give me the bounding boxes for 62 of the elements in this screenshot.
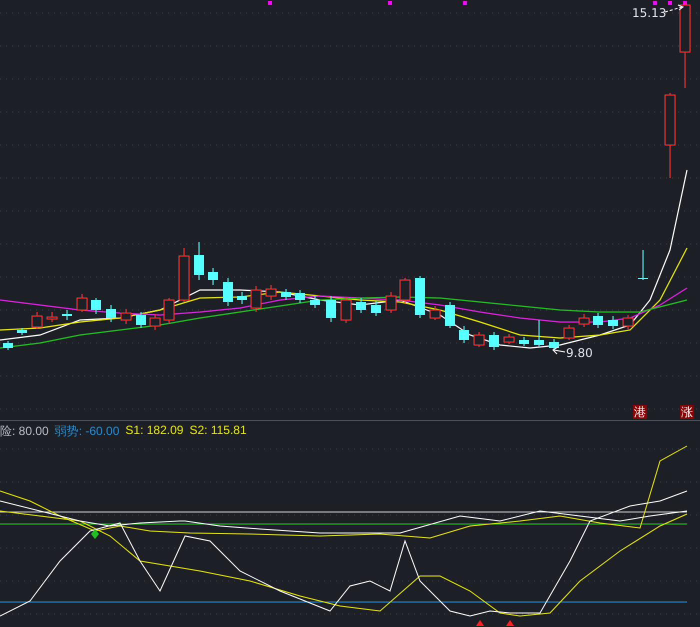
candlestick [386,292,396,314]
candlestick [106,304,116,322]
candlestick [136,312,146,328]
signal-marker [388,1,392,5]
triangle-marker [476,620,484,626]
candlestick [549,338,559,350]
candlestick [340,296,352,324]
candlestick [622,314,634,330]
candlestick [578,314,590,328]
candlestick [223,278,233,306]
low-price-label: 9.80 [566,346,593,360]
candlestick [519,336,529,346]
candlestick [295,290,305,304]
candlestick [62,310,72,320]
candlestick [120,308,132,324]
candlestick [534,320,544,348]
candlestick [415,276,425,318]
candlestick [266,284,276,300]
candlestick [17,328,27,336]
candlestick [445,302,455,328]
candlestick [371,300,381,316]
signal-marker [668,1,672,5]
candlestick [593,312,603,328]
candlestick [164,298,174,324]
candlestick [194,242,204,280]
candlestick [91,298,101,314]
indicator-value: 弱势: -60.00 [54,423,120,440]
candlestick [608,316,618,330]
candlestick [250,286,262,312]
indicator-value: S2: 115.81 [189,423,247,439]
diamond-marker [91,529,99,539]
candlestick [400,278,410,304]
candlestick [76,294,88,312]
candlestick [178,248,190,302]
candlestick [489,332,499,350]
candlestick [504,334,514,344]
arrow-icon [664,4,684,12]
signal-marker [268,1,272,5]
indicator-value: S1: 182.09 [125,423,184,439]
candlestick [32,312,42,330]
candlestick [356,298,366,314]
candlestick [326,296,336,322]
candlestick [310,296,320,308]
triangle-marker [506,620,514,626]
signal-marker [653,1,657,5]
candlestick [208,268,218,286]
indicator-value: 险: 80.00 [0,423,49,440]
candlestick [237,292,247,304]
arrow-icon [552,346,566,354]
candlestick [564,324,574,340]
candlestick [150,314,160,330]
stock-tag: 涨 [680,405,694,419]
signal-marker [463,1,467,5]
high-price-label: 15.13 [632,6,666,20]
candlestick [459,326,469,344]
candlestick [281,288,291,300]
candlestick [46,312,58,322]
candlestick [474,332,484,348]
stock-tag: 港 [633,405,647,419]
candlestick [3,340,13,350]
candlestick [638,250,648,280]
candlestick [430,306,440,320]
